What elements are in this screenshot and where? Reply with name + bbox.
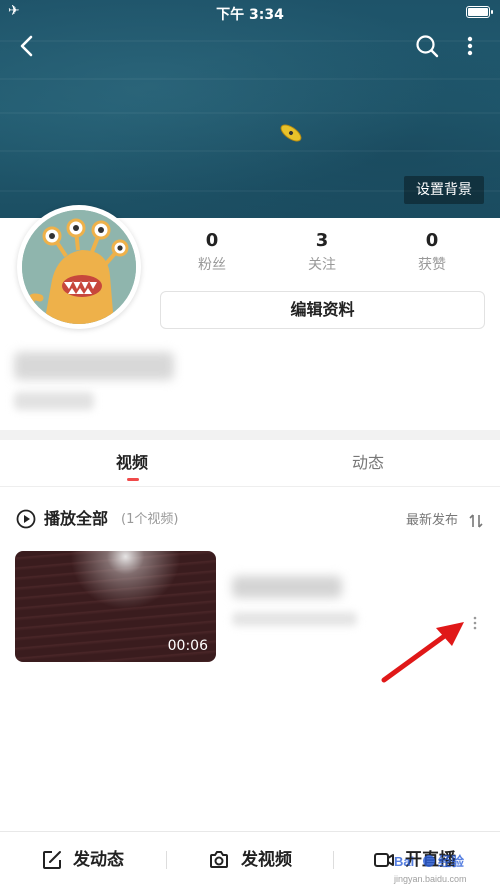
monster-avatar-image [22, 210, 136, 324]
stat-value: 3 [315, 230, 329, 251]
video-duration: 00:06 [167, 638, 208, 654]
bottom-separator [333, 851, 334, 869]
stat-label: 关注 [308, 257, 336, 273]
tab-divider [0, 486, 500, 487]
username-blurred [14, 352, 174, 380]
svg-text:jingyan.baidu.com: jingyan.baidu.com [393, 874, 467, 884]
stat-likes[interactable]: 0 获赞 [397, 230, 467, 276]
active-tab-indicator [127, 478, 139, 481]
stat-following[interactable]: 3 关注 [287, 230, 357, 276]
edit-profile-button[interactable]: 编辑资料 [160, 291, 485, 329]
back-arrow-icon[interactable] [14, 33, 40, 59]
svg-text:Bai: Bai [394, 854, 414, 869]
section-divider [0, 430, 500, 440]
play-all-button[interactable]: 播放全部 [44, 509, 108, 529]
svg-text:经验: 经验 [438, 854, 465, 870]
set-background-button[interactable]: 设置背景 [404, 176, 484, 204]
status-bar: ✈ 下午 3:34 [0, 0, 500, 24]
tab-videos[interactable]: 视频 [72, 452, 192, 474]
search-icon[interactable] [414, 33, 440, 59]
stat-value: 0 [205, 230, 219, 251]
battery-icon [466, 6, 493, 18]
stat-followers[interactable]: 0 粉丝 [177, 230, 247, 276]
stat-label: 粉丝 [198, 257, 226, 273]
stat-value: 0 [425, 230, 439, 251]
more-vertical-icon[interactable] [460, 33, 480, 59]
tab-moments[interactable]: 动态 [308, 452, 428, 474]
camera-icon[interactable] [208, 849, 230, 871]
stat-label: 获赞 [418, 257, 446, 273]
video-thumbnail[interactable]: 00:06 [15, 551, 216, 662]
avatar[interactable] [22, 210, 136, 324]
play-circle-icon[interactable] [16, 509, 36, 529]
post-video-button[interactable]: 发视频 [241, 848, 292, 872]
kayak-image [279, 122, 303, 144]
baidu-jingyan-watermark: Bai 经验 jingyan.baidu.com [393, 854, 467, 884]
video-count: (1个视频) [121, 512, 179, 527]
edit-icon[interactable] [41, 849, 63, 871]
post-moment-button[interactable]: 发动态 [73, 848, 124, 872]
sort-dropdown[interactable]: 最新发布 [406, 512, 458, 530]
video-meta-blurred [232, 612, 357, 626]
red-arrow-annotation [381, 622, 464, 683]
sort-icon[interactable] [468, 512, 484, 530]
video-title-blurred[interactable] [232, 576, 342, 598]
bottom-separator [166, 851, 167, 869]
status-time: 下午 3:34 [216, 7, 284, 23]
user-subtitle-blurred [14, 392, 94, 410]
